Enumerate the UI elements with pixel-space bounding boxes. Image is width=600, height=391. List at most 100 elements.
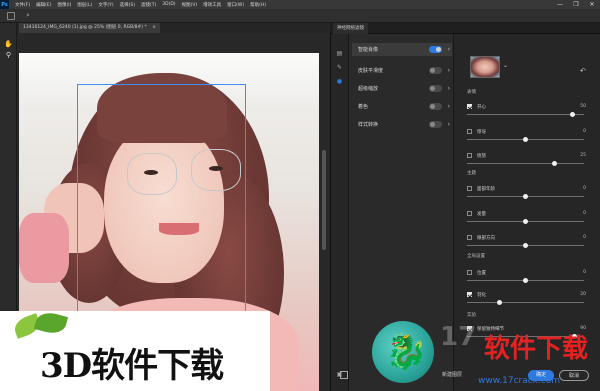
panel-title: 神经网络滤镜 [333,23,368,34]
chevron-right-icon[interactable]: › [448,82,450,95]
filter-label: 超级缩放 [358,86,379,92]
section-global: 全局设置 [467,254,485,259]
chevron-right-icon[interactable]: › [448,43,450,56]
chevron-down-icon[interactable]: ⌄ [503,62,508,69]
slider-label: 发量 [477,211,486,217]
watermark-3d-text: 3D软件下载 [40,346,224,386]
slider-checkbox[interactable] [467,186,472,191]
section-theme: 主题 [467,171,476,176]
slider-handle[interactable] [523,194,528,199]
filter-label: 智能肖像 [358,47,379,53]
filter-label: 样式转换 [358,122,379,128]
menu-bar: Ps 文件(F) 编辑(E) 图像(I) 图层(L) 文字(Y) 选择(S) 滤… [0,0,600,9]
chevron-right-icon[interactable]: › [448,100,450,113]
menu-select[interactable]: 选择(S) [120,2,135,8]
slider-track[interactable] [467,219,584,224]
filter-toggle[interactable] [429,85,442,92]
filter-item-colorize[interactable]: 着色 › [352,100,452,113]
menu-image[interactable]: 图像(I) [57,2,71,8]
photoshop-logo: Ps [0,0,9,9]
slider-label: 羽化 [477,292,486,298]
slider-handle[interactable] [523,219,528,224]
new-layer-button[interactable]: 新建图层 [437,370,467,381]
slider-label: 眼部方向 [477,235,495,241]
slider-handle[interactable] [523,137,528,142]
slider-track[interactable] [467,278,584,283]
filter-item-super-zoom[interactable]: 超级缩放 › [352,82,452,95]
output-layer-icon[interactable] [340,371,348,379]
close-window-icon[interactable]: ✕ [584,0,600,9]
slider-handle[interactable] [523,278,528,283]
tab-close-icon[interactable]: × [152,25,156,30]
filter-label: 着色 [358,104,369,110]
brush-icon[interactable]: ✎ [336,64,343,71]
preview-thumbnail[interactable] [470,56,500,78]
reset-icon[interactable]: ↶ [580,67,586,75]
slider-handle[interactable] [523,243,528,248]
slider-checkbox[interactable] [467,292,472,297]
slider-checkbox[interactable] [467,235,472,240]
filters-icon[interactable]: ● [336,78,343,85]
filter-item-skin-smoothing[interactable]: 皮肤平滑度 › [352,64,452,77]
chevron-right-icon[interactable]: › [448,64,450,77]
slider-value: 0 [583,269,586,275]
menu-help[interactable]: 帮助(H) [250,2,266,8]
slider-track[interactable] [467,112,584,117]
zoom-tool-icon[interactable]: ⚲ [4,51,13,60]
filter-item-smart-portrait[interactable]: 智能肖像 › [352,43,452,56]
section-experimental: 实验 [467,313,476,318]
document-tab-title: 13416124_IMG_6240 (1).jpg @ 25% (图层 0, R… [23,25,147,30]
slider-track[interactable] [467,300,584,305]
slider-track[interactable] [467,194,584,199]
filter-item-style-transfer[interactable]: 样式转换 › [352,118,452,131]
slider-checkbox[interactable] [467,211,472,216]
document-tab[interactable]: 13416124_IMG_6240 (1).jpg @ 25% (图层 0, R… [19,23,160,33]
watermark-url: www.17crack.com [478,376,560,386]
slider-checkbox[interactable] [467,129,472,134]
dragon-icon: 🐉 [385,332,428,372]
menu-type[interactable]: 文字(Y) [98,2,113,8]
home-icon[interactable] [7,12,15,20]
minimize-icon[interactable]: — [552,0,568,9]
slider-value: 20 [580,291,586,297]
slider-label: 面部年龄 [477,186,495,192]
menu-3d[interactable]: 3D(D) [162,2,175,7]
slider-track[interactable] [467,161,584,166]
slider-label: 愤怒 [477,153,486,159]
filter-toggle[interactable] [429,67,442,74]
menu-view[interactable]: 视图(V) [182,2,198,8]
menu-layer[interactable]: 图层(L) [77,2,92,8]
watermark-number: 17 [440,322,477,352]
panel-header: 神经网络滤镜 [330,23,600,34]
chevron-right-icon[interactable]: › [448,118,450,131]
slider-track[interactable] [467,243,584,248]
hand-tool-icon[interactable]: ✋ [4,40,13,49]
canvas-scrollbar[interactable] [322,150,326,250]
menu-filter[interactable]: 滤镜(T) [141,2,156,8]
slider-value: 0 [583,210,586,216]
layers-icon[interactable]: ▤ [336,50,343,57]
slider-handle[interactable] [569,112,575,117]
slider-value: 0 [583,128,586,134]
maximize-icon[interactable]: ❐ [568,0,584,9]
cancel-button[interactable]: 取消 [559,370,589,381]
menu-plugins[interactable]: 增效工具 [203,2,221,8]
slider-value: 25 [580,152,586,158]
pink-scrunchie [19,213,69,283]
filter-toggle[interactable] [429,46,442,53]
menu-window[interactable]: 窗口(W) [227,2,244,8]
filter-toggle[interactable] [429,103,442,110]
menu-edit[interactable]: 编辑(E) [36,2,51,8]
slider-checkbox[interactable] [467,104,472,109]
options-bar: ⌕ [0,9,600,23]
menu-file[interactable]: 文件(F) [15,2,30,8]
slider-label: 开心 [477,104,486,110]
watermark-brand-text: 软件下载 [484,334,589,364]
slider-checkbox[interactable] [467,270,472,275]
slider-label: 位置 [477,270,486,276]
filter-toggle[interactable] [429,121,442,128]
search-icon[interactable]: ⌕ [26,11,30,20]
slider-value: 50 [580,103,586,109]
slider-track[interactable] [467,137,584,142]
slider-checkbox[interactable] [467,153,472,158]
